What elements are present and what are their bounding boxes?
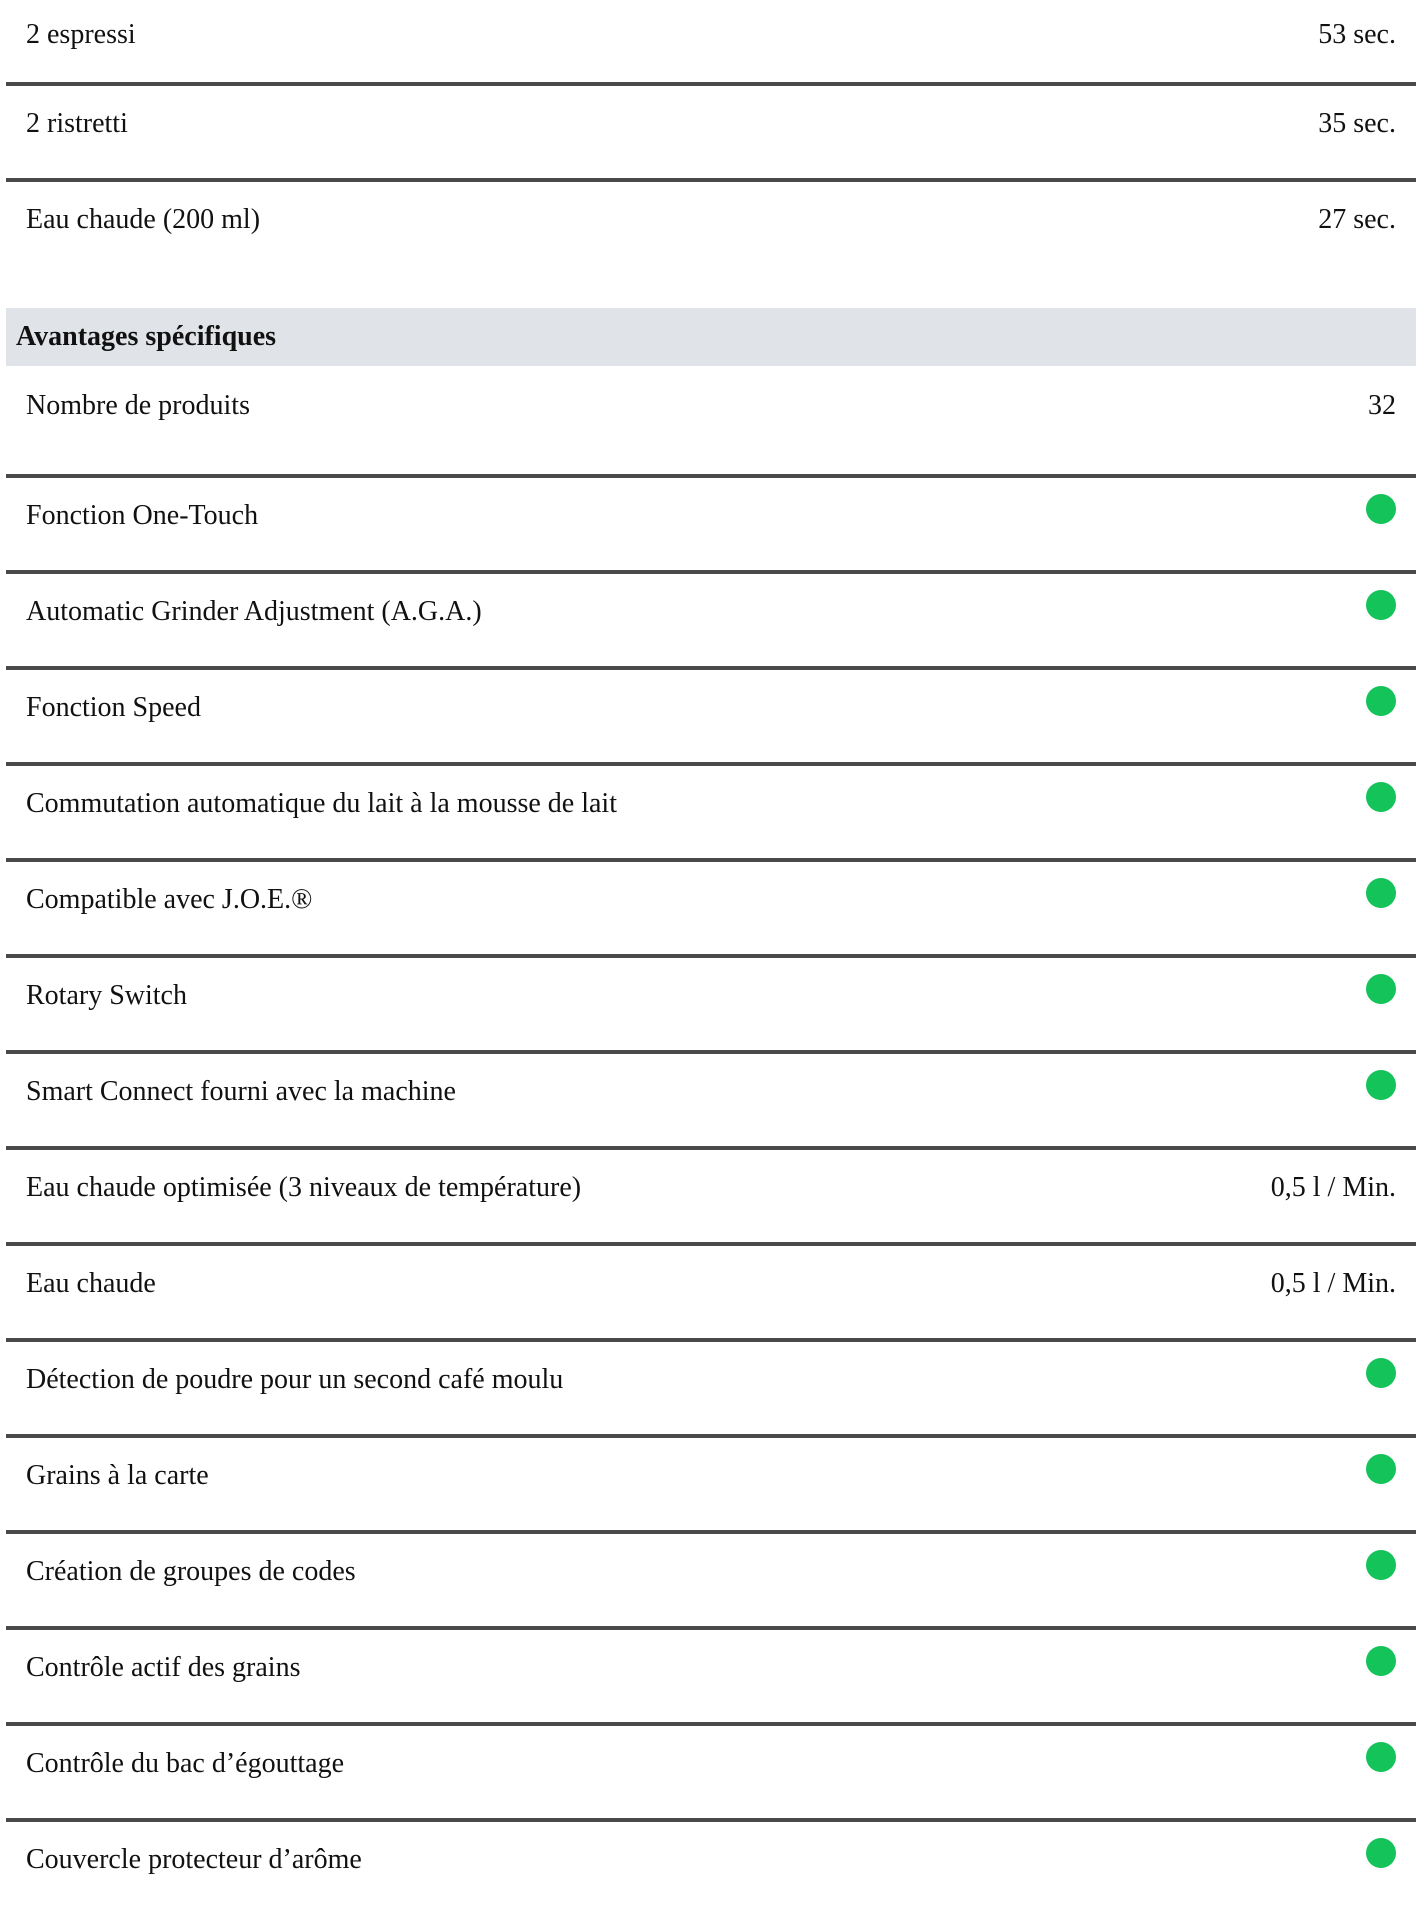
- green-dot-icon: [1366, 1742, 1396, 1772]
- spec-label: 2 espressi: [26, 19, 136, 50]
- green-dot-icon: [1366, 1358, 1396, 1388]
- spec-label: Contrôle actif des grains: [26, 1652, 301, 1683]
- spec-row: Smart Connect fourni avec la machine: [6, 1050, 1416, 1146]
- spec-label: Création de groupes de codes: [26, 1556, 356, 1587]
- spec-label: Eau chaude optimisée (3 niveaux de tempé…: [26, 1172, 582, 1203]
- spec-label: Automatic Grinder Adjustment (A.G.A.): [26, 596, 482, 627]
- spec-row: Fonction One-Touch: [6, 474, 1416, 570]
- spec-row: Eau chaude 0,5 l / Min.: [6, 1242, 1416, 1338]
- spec-label: Commutation automatique du lait à la mou…: [26, 788, 617, 819]
- green-dot-icon: [1366, 686, 1396, 716]
- spec-row: Détection de poudre pour un second café …: [6, 1338, 1416, 1434]
- spec-value: 0,5 l / Min.: [1270, 1268, 1396, 1299]
- spec-value: 32: [1368, 390, 1396, 421]
- spec-row: Grains à la carte: [6, 1434, 1416, 1530]
- spec-row: Automatic Grinder Adjustment (A.G.A.): [6, 570, 1416, 666]
- spec-label: Eau chaude: [26, 1268, 156, 1299]
- spec-row: Couvercle protecteur d’arôme: [6, 1818, 1416, 1914]
- green-dot-icon: [1366, 782, 1396, 812]
- green-dot-icon: [1366, 1070, 1396, 1100]
- spec-table: 2 espressi 53 sec. 2 ristretti 35 sec. Eau c…: [6, 0, 1416, 1914]
- spec-row: Compatible avec J.O.E.®: [6, 858, 1416, 954]
- spec-row: Nombre de produits 32: [6, 366, 1416, 474]
- spec-value: 0,5 l / Min.: [1270, 1172, 1396, 1203]
- spec-label: Fonction One-Touch: [26, 500, 259, 531]
- green-dot-icon: [1366, 590, 1396, 620]
- spec-label: Détection de poudre pour un second café …: [26, 1364, 564, 1395]
- spec-row: Commutation automatique du lait à la mou…: [6, 762, 1416, 858]
- spec-label: Couvercle protecteur d’arôme: [26, 1844, 362, 1875]
- green-dot-icon: [1366, 878, 1396, 908]
- spec-value: 35 sec.: [1318, 108, 1396, 139]
- spec-row: Rotary Switch: [6, 954, 1416, 1050]
- spec-row: Contrôle actif des grains: [6, 1626, 1416, 1722]
- spec-row: Contrôle du bac d’égouttage: [6, 1722, 1416, 1818]
- spec-row: 2 espressi 53 sec.: [6, 0, 1416, 82]
- green-dot-icon: [1366, 494, 1396, 524]
- green-dot-icon: [1366, 1454, 1396, 1484]
- spec-row: Fonction Speed: [6, 666, 1416, 762]
- section-rows: Nombre de produits 32 Fonction One-Touch Au…: [6, 366, 1416, 1914]
- spec-label: Eau chaude (200 ml): [26, 204, 261, 235]
- spec-label: Smart Connect fourni avec la machine: [26, 1076, 456, 1107]
- green-dot-icon: [1366, 1550, 1396, 1580]
- spec-row: Eau chaude optimisée (3 niveaux de tempé…: [6, 1146, 1416, 1242]
- spec-value: 27 sec.: [1318, 204, 1396, 235]
- spec-row: Création de groupes de codes: [6, 1530, 1416, 1626]
- spec-label: Compatible avec J.O.E.®: [26, 884, 313, 915]
- green-dot-icon: [1366, 1646, 1396, 1676]
- green-dot-icon: [1366, 1838, 1396, 1868]
- spec-row: 2 ristretti 35 sec.: [6, 82, 1416, 178]
- section-title: Avantages spécifiques: [16, 321, 277, 352]
- spec-label: Fonction Speed: [26, 692, 201, 723]
- section-header: Avantages spécifiques: [6, 308, 1416, 366]
- spec-label: Rotary Switch: [26, 980, 187, 1011]
- top-rows: 2 espressi 53 sec. 2 ristretti 35 sec. Eau c…: [6, 0, 1416, 274]
- spec-value: 53 sec.: [1318, 19, 1396, 50]
- spec-label: Nombre de produits: [26, 390, 250, 421]
- spec-label: Grains à la carte: [26, 1460, 209, 1491]
- spec-row: Eau chaude (200 ml) 27 sec.: [6, 178, 1416, 274]
- spec-label: Contrôle du bac d’égouttage: [26, 1748, 345, 1779]
- spec-label: 2 ristretti: [26, 108, 128, 139]
- green-dot-icon: [1366, 974, 1396, 1004]
